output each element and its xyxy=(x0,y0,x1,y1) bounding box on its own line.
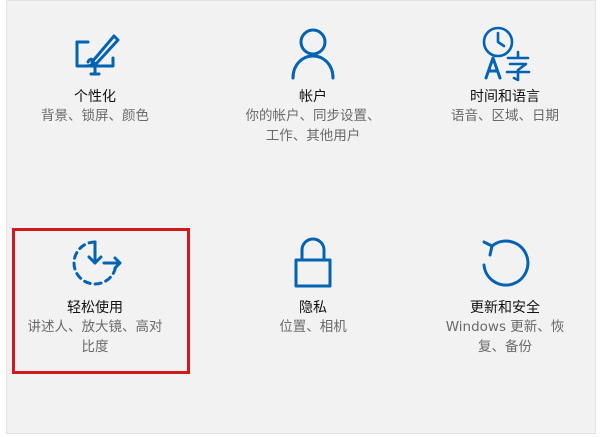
tile-title: 隐私 xyxy=(299,300,327,316)
tile-update-security[interactable]: 更新和安全 Windows 更新、恢 复、备份 xyxy=(410,0,600,355)
tile-ease-of-access[interactable]: 轻松使用 讲述人、放大镜、高对 比度 xyxy=(0,0,190,355)
tile-privacy[interactable]: 隐私 位置、相机 xyxy=(218,0,408,335)
privacy-lock-icon xyxy=(282,232,344,294)
tile-description: Windows 更新、恢 复、备份 xyxy=(445,319,565,355)
tile-title: 轻松使用 xyxy=(67,300,123,316)
update-security-icon xyxy=(474,232,536,294)
tile-title: 更新和安全 xyxy=(470,300,540,316)
ease-of-access-icon xyxy=(64,232,126,294)
tile-description: 位置、相机 xyxy=(279,319,347,335)
tile-description: 讲述人、放大镜、高对 比度 xyxy=(27,319,163,355)
